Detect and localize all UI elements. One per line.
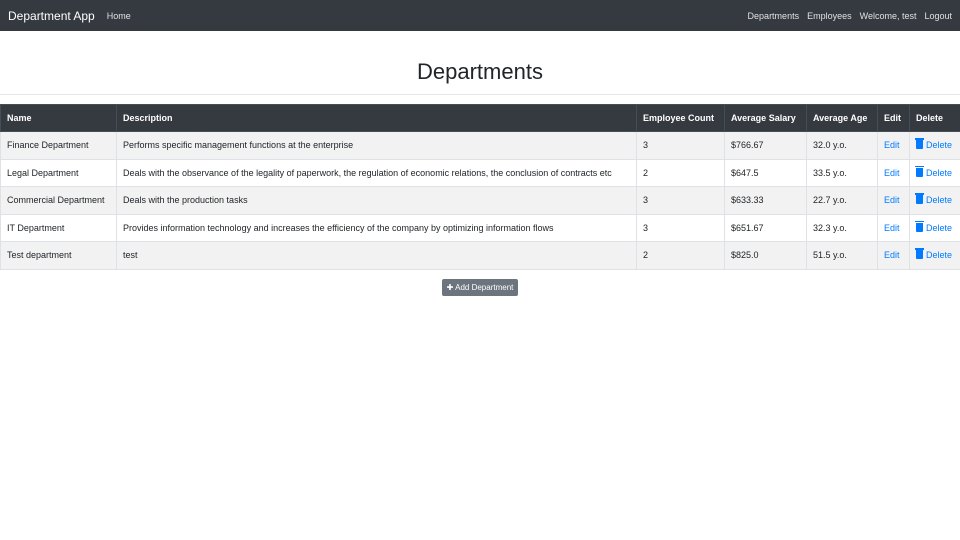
- column-header: Description: [116, 104, 637, 132]
- delete-label: Delete: [926, 167, 953, 178]
- edit-link[interactable]: Edit: [884, 140, 900, 150]
- table-cell: Edit: [877, 241, 910, 270]
- table-cell: 32.3 y.o.: [806, 213, 878, 242]
- table-cell: Provides information technology and incr…: [116, 213, 637, 242]
- table-cell: 2: [636, 158, 725, 187]
- table-cell: Edit: [877, 131, 910, 160]
- trash-icon: [915, 165, 924, 177]
- table-cell: 22.7 y.o.: [806, 186, 878, 215]
- trash-icon: [915, 193, 924, 205]
- table-cell: Finance Department: [0, 131, 117, 160]
- departments-table: Name Description Employee Count Average Sal…: [0, 104, 960, 270]
- table-cell: Legal Department: [0, 158, 117, 187]
- table-cell: 3: [636, 213, 725, 242]
- edit-link[interactable]: Edit: [884, 168, 900, 178]
- plus-icon: ✚: [446, 282, 456, 292]
- table-cell: $651.67: [724, 213, 807, 242]
- table-cell: Delete: [909, 213, 960, 242]
- delete-link[interactable]: Delete: [915, 138, 953, 151]
- divider: [0, 94, 960, 95]
- table-cell: Edit: [877, 186, 910, 215]
- table-row: Commercial Department Deals with the prod…: [0, 186, 960, 215]
- table-cell: Performs specific management functions a…: [116, 131, 637, 160]
- table-row: Test department test 2 $825.0 51.5 y.o. Edit D…: [0, 241, 960, 270]
- delete-label: Delete: [926, 195, 953, 206]
- navbar: Department App Home Departments Employee…: [0, 0, 960, 31]
- brand-link[interactable]: Department App: [8, 9, 95, 23]
- column-header: Edit: [877, 104, 910, 132]
- table-cell: Deals with the observance of the legalit…: [116, 158, 637, 187]
- table-row: Legal Department Deals with the observanc…: [0, 158, 960, 187]
- column-header: Employee Count: [636, 104, 725, 132]
- welcome-text: Welcome, test: [859, 10, 917, 21]
- delete-label: Delete: [926, 222, 953, 233]
- table-cell: $633.33: [724, 186, 807, 215]
- table-cell: Edit: [877, 158, 910, 187]
- column-header: Average Age: [806, 104, 878, 132]
- column-header: Name: [0, 104, 117, 132]
- trash-icon: [915, 220, 924, 232]
- nav-employees[interactable]: Employees: [807, 11, 852, 21]
- trash-icon: [915, 248, 924, 260]
- table-row: IT Department Provides information techno…: [0, 213, 960, 242]
- table-cell: 3: [636, 186, 725, 215]
- table-cell: 32.0 y.o.: [806, 131, 878, 160]
- table-cell: Delete: [909, 241, 960, 270]
- add-department-label: Add Department: [455, 282, 514, 292]
- nav-home[interactable]: Home: [107, 11, 131, 21]
- table-row: Finance Department Performs specific mana…: [0, 131, 960, 160]
- delete-label: Delete: [926, 250, 953, 261]
- edit-link[interactable]: Edit: [884, 195, 900, 205]
- edit-link[interactable]: Edit: [884, 223, 900, 233]
- table-cell: $647.5: [724, 158, 807, 187]
- table-cell: IT Department: [0, 213, 117, 242]
- table-cell: $766.67: [724, 131, 807, 160]
- delete-link[interactable]: Delete: [915, 220, 953, 233]
- nav-logout[interactable]: Logout: [924, 11, 952, 21]
- delete-label: Delete: [926, 140, 953, 151]
- table-cell: Delete: [909, 186, 960, 215]
- table-cell: test: [116, 241, 637, 270]
- edit-link[interactable]: Edit: [884, 250, 900, 260]
- table-cell: 51.5 y.o.: [806, 241, 878, 270]
- add-department-button[interactable]: ✚ Add Department: [441, 278, 519, 296]
- table-cell: Edit: [877, 213, 910, 242]
- delete-link[interactable]: Delete: [915, 248, 953, 261]
- column-header: Delete: [909, 104, 960, 132]
- table-cell: 3: [636, 131, 725, 160]
- delete-link[interactable]: Delete: [915, 165, 953, 178]
- nav-departments[interactable]: Departments: [748, 11, 800, 21]
- page-title: Departments: [417, 59, 543, 84]
- column-header: Average Salary: [724, 104, 807, 132]
- table-cell: 33.5 y.o.: [806, 158, 878, 187]
- delete-link[interactable]: Delete: [915, 193, 953, 206]
- trash-icon: [915, 138, 924, 150]
- table-cell: $825.0: [724, 241, 807, 270]
- table-cell: Test department: [0, 241, 117, 270]
- table-cell: Delete: [909, 131, 960, 160]
- table-cell: 2: [636, 241, 725, 270]
- table-cell: Deals with the production tasks: [116, 186, 637, 215]
- table-cell: Delete: [909, 158, 960, 187]
- table-cell: Commercial Department: [0, 186, 117, 215]
